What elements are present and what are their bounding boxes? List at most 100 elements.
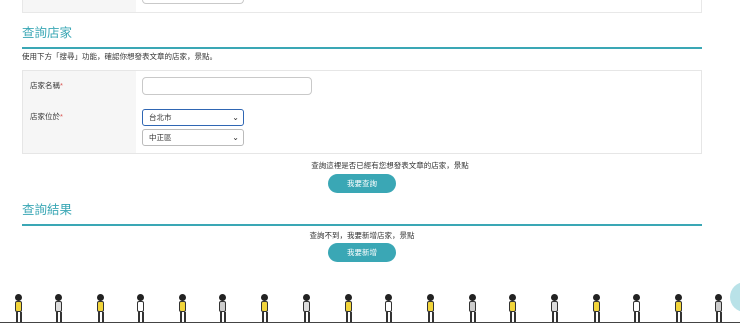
person-leg2 xyxy=(20,312,22,322)
person-leg1 xyxy=(386,312,388,322)
person-leg2 xyxy=(350,312,352,322)
add-store-button[interactable]: 我要新增 xyxy=(328,243,396,262)
store-location-label-text: 店家位於 xyxy=(30,112,60,121)
person-leg2 xyxy=(432,312,434,322)
city-select[interactable]: 台北市 ⌄ xyxy=(142,109,244,126)
person-body xyxy=(633,301,640,312)
person-figure xyxy=(52,294,64,323)
person-head xyxy=(345,294,352,301)
person-body xyxy=(715,301,722,312)
person-head xyxy=(179,294,186,301)
person-figure xyxy=(466,294,478,323)
section-title-search: 查詢店家 xyxy=(22,22,702,49)
person-leg1 xyxy=(428,312,430,322)
person-leg2 xyxy=(474,312,476,322)
store-name-label: 店家名稱* xyxy=(30,80,63,91)
person-head xyxy=(675,294,682,301)
person-body xyxy=(469,301,476,312)
person-leg1 xyxy=(634,312,636,322)
person-figure xyxy=(94,294,106,323)
not-found-hint: 查詢不到，我要新增店家，景點 xyxy=(309,231,415,240)
person-figure xyxy=(216,294,228,323)
person-leg2 xyxy=(390,312,392,322)
person-leg2 xyxy=(514,312,516,322)
person-leg2 xyxy=(266,312,268,322)
store-name-label-text: 店家名稱 xyxy=(30,81,60,90)
person-figure xyxy=(300,294,312,323)
label-column xyxy=(23,0,136,12)
person-head xyxy=(15,294,22,301)
person-figure xyxy=(382,294,394,323)
district-select[interactable]: 中正區 ⌄ xyxy=(142,129,244,146)
person-head xyxy=(593,294,600,301)
person-leg1 xyxy=(138,312,140,322)
decorative-people-illustration xyxy=(0,290,740,323)
person-figure xyxy=(258,294,270,323)
person-body xyxy=(303,301,310,312)
person-figure xyxy=(12,294,24,323)
person-figure xyxy=(506,294,518,323)
person-head xyxy=(633,294,640,301)
person-leg1 xyxy=(470,312,472,322)
required-mark: * xyxy=(60,81,63,90)
person-body xyxy=(179,301,186,312)
person-leg2 xyxy=(308,312,310,322)
person-leg2 xyxy=(598,312,600,322)
person-leg2 xyxy=(638,312,640,322)
person-leg2 xyxy=(556,312,558,322)
person-body xyxy=(137,301,144,312)
person-leg2 xyxy=(680,312,682,322)
person-head xyxy=(137,294,144,301)
person-body xyxy=(97,301,104,312)
person-body xyxy=(675,301,682,312)
person-head xyxy=(715,294,722,301)
person-head xyxy=(303,294,310,301)
person-body xyxy=(15,301,22,312)
city-select-value: 台北市 xyxy=(149,113,172,122)
person-leg1 xyxy=(16,312,18,322)
person-leg2 xyxy=(720,312,722,322)
previous-form-card xyxy=(22,0,702,13)
person-head xyxy=(427,294,434,301)
previous-input[interactable] xyxy=(142,0,244,4)
person-leg1 xyxy=(716,312,718,322)
person-head xyxy=(219,294,226,301)
person-head xyxy=(385,294,392,301)
district-select-value: 中正區 xyxy=(149,133,172,142)
person-body xyxy=(593,301,600,312)
person-figure xyxy=(342,294,354,323)
person-leg1 xyxy=(676,312,678,322)
search-button[interactable]: 我要查詢 xyxy=(328,174,396,193)
person-leg2 xyxy=(184,312,186,322)
search-hint: 查詢這裡是否已經有您想發表文章的店家，景點 xyxy=(311,161,469,170)
search-description: 使用下方「搜尋」功能，確認你想發表文章的店家，景點。 xyxy=(22,52,217,61)
person-head xyxy=(55,294,62,301)
person-leg2 xyxy=(60,312,62,322)
person-figure xyxy=(712,294,724,323)
search-form: 店家名稱* 店家位於* 台北市 ⌄ 中正區 ⌄ xyxy=(22,70,702,154)
person-head xyxy=(261,294,268,301)
person-head xyxy=(97,294,104,301)
person-leg1 xyxy=(346,312,348,322)
person-leg1 xyxy=(510,312,512,322)
person-figure xyxy=(176,294,188,323)
person-body xyxy=(385,301,392,312)
person-figure xyxy=(590,294,602,323)
person-leg1 xyxy=(594,312,596,322)
person-body xyxy=(55,301,62,312)
store-name-input[interactable] xyxy=(142,77,312,95)
person-body xyxy=(427,301,434,312)
person-figure xyxy=(134,294,146,323)
person-leg1 xyxy=(220,312,222,322)
store-location-label: 店家位於* xyxy=(30,111,63,122)
person-body xyxy=(261,301,268,312)
person-body xyxy=(551,301,558,312)
person-figure xyxy=(424,294,436,323)
person-leg2 xyxy=(224,312,226,322)
person-head xyxy=(509,294,516,301)
person-leg1 xyxy=(552,312,554,322)
person-figure xyxy=(672,294,684,323)
chevron-down-icon: ⌄ xyxy=(232,133,239,142)
person-leg1 xyxy=(98,312,100,322)
section-title-results: 查詢結果 xyxy=(22,199,702,226)
